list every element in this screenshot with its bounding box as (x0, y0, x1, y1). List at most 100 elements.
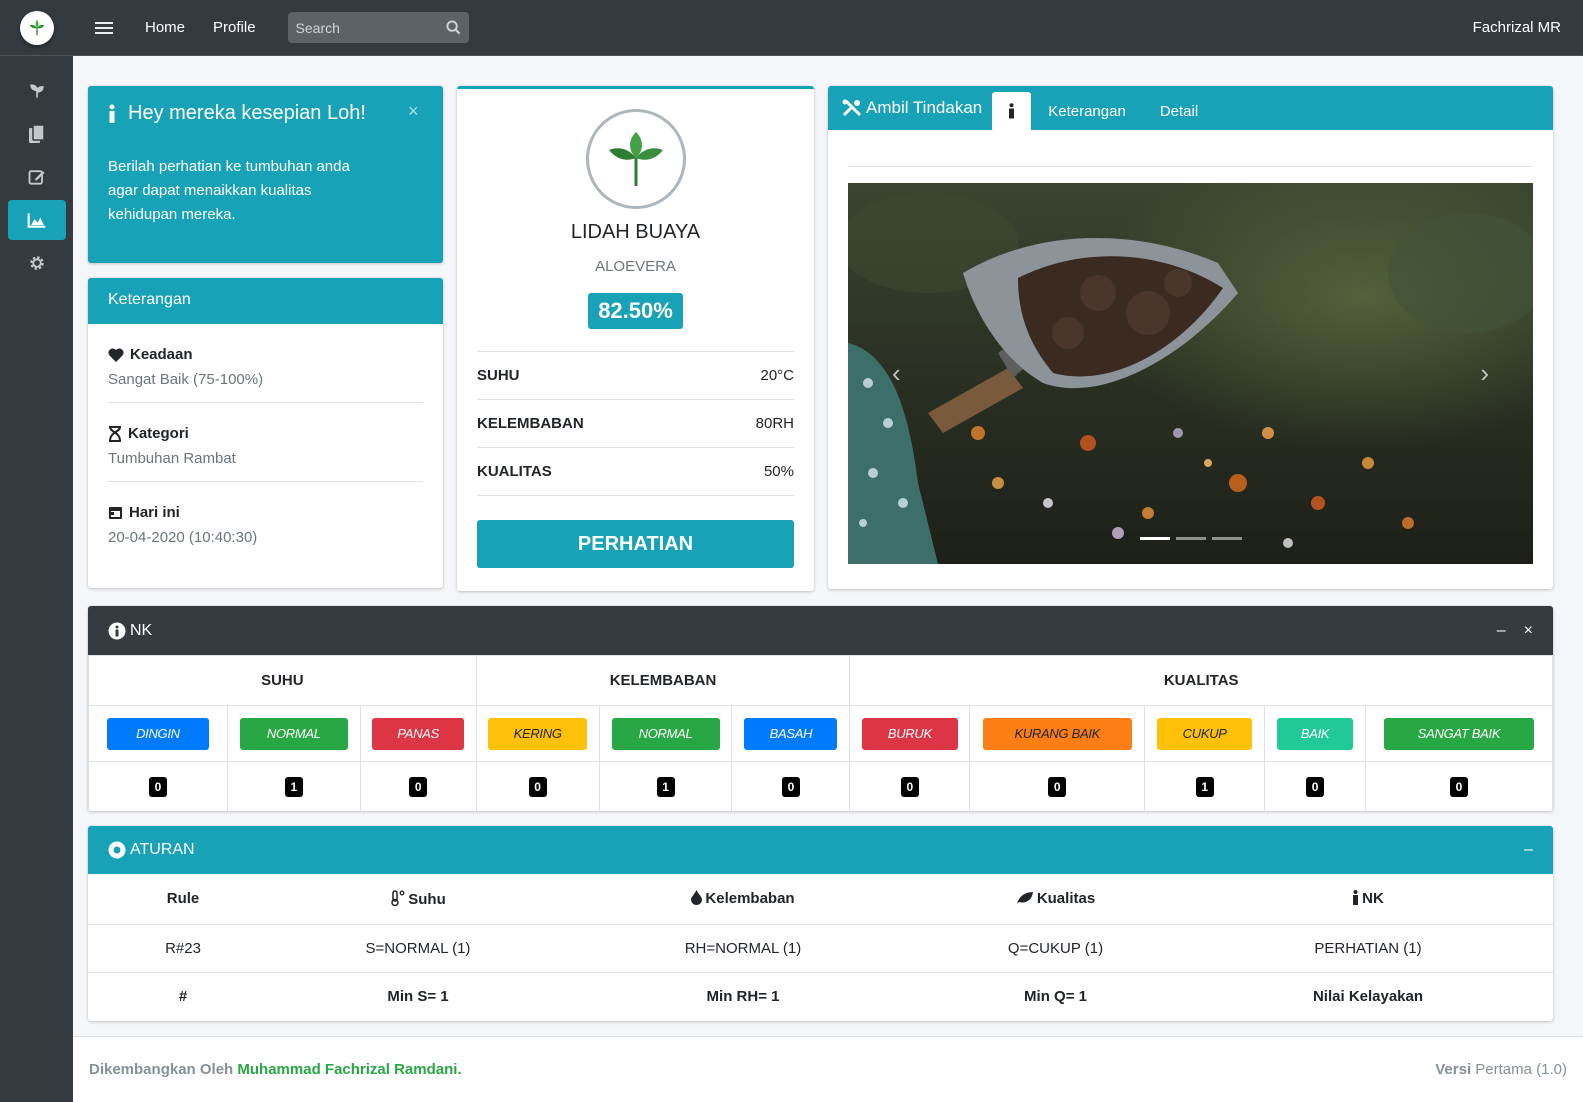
plant-profile-card: LIDAH BUAYA ALOEVERA 82.50% SUHU 20°C KEL… (457, 86, 814, 591)
version-label: Versi (1435, 1061, 1472, 1078)
carousel-indicator[interactable] (1140, 537, 1170, 540)
perhatian-button[interactable]: PERHATIAN (477, 520, 794, 568)
search-input[interactable] (295, 19, 436, 36)
plant-name: LIDAH BUAYA (570, 221, 701, 243)
aturan-card: ATURAN – Rule Suhu Kelembaban Kualitas N… (88, 826, 1553, 1021)
stat-row-kelembaban: KELEMBABAN 80RH (477, 400, 794, 448)
col-kelembaban-label: Kelembaban (705, 890, 795, 908)
stat-label: KELEMBABAN (477, 415, 584, 432)
rule-kelembaban: RH=NORMAL (1) (558, 923, 928, 972)
carousel-next-button[interactable]: › (1480, 358, 1489, 389)
search-icon[interactable] (446, 20, 461, 35)
col-suhu-label: Suhu (408, 890, 446, 908)
col-kualitas: Kualitas (928, 874, 1183, 924)
col-nk: NK (1183, 874, 1553, 924)
kategori-value: Tumbuhan Rambat (108, 450, 236, 467)
area-chart-icon (27, 213, 45, 228)
sidebar-item-chart[interactable] (7, 200, 66, 240)
keterangan-header: Keterangan (88, 278, 443, 324)
action-tab-card: Ambil Tindakan Keterangan Detail ‹ › (828, 86, 1553, 589)
count-badge: 1 (656, 776, 675, 797)
nk-card: NK – × SUHU KELEMBABAN KUALITAS DINGIN N… (88, 606, 1553, 811)
rule-nk: PERHATIAN (1) (1183, 923, 1553, 972)
footer-author-link[interactable]: Muhammad Fachrizal Ramdani. (237, 1061, 461, 1078)
summary-hash: # (88, 971, 278, 1020)
tab-card-title-text: Ambil Tindakan (866, 98, 983, 117)
nk-header: NK – × (88, 606, 1553, 655)
info-icon (1353, 890, 1359, 906)
tab-keterangan[interactable]: Keterangan (1031, 92, 1143, 130)
alert-body: Berilah perhatian ke tumbuhan anda agar … (108, 158, 350, 223)
group-header-kelembaban: KELEMBABAN (475, 655, 851, 706)
tab-card-title: Ambil Tindakan (842, 86, 982, 130)
nk-table: SUHU KELEMBABAN KUALITAS DINGIN NORMAL P… (88, 655, 1553, 811)
rule-kualitas: Q=CUKUP (1) (928, 923, 1183, 972)
tools-icon (842, 99, 862, 117)
summary-suhu: Min S= 1 (278, 971, 558, 1020)
count-badge: 1 (284, 776, 303, 797)
alert-title-text: Hey mereka kesepian Loh! (128, 102, 366, 124)
footer-version: Versi Pertama (1.0) (1435, 1061, 1567, 1078)
keterangan-card: Keterangan Keadaan Sangat Baik (75-100%)… (88, 278, 443, 588)
count-badge: 0 (781, 776, 800, 797)
nav-profile-link[interactable]: Profile (213, 19, 256, 36)
count-badge: 0 (1306, 776, 1325, 797)
sidebar-item-documents[interactable] (8, 114, 66, 154)
stat-row-kualitas: KUALITAS 50% (477, 448, 794, 496)
plant-latin-name: ALOEVERA (595, 258, 676, 275)
alert-callout: Hey mereka kesepian Loh! Berilah perhati… (88, 86, 443, 263)
sidebar-item-settings[interactable] (8, 243, 66, 283)
sidebar-item-plants[interactable] (8, 71, 66, 111)
count-badge: 0 (528, 776, 547, 797)
footer: Dikembangkan Oleh Muhammad Fachrizal Ram… (73, 1036, 1583, 1102)
carousel-indicator[interactable] (1176, 537, 1206, 540)
stat-row-suhu: SUHU 20°C (477, 352, 794, 400)
label-panas: PANAS (372, 717, 465, 750)
stat-value: 20°C (760, 367, 794, 384)
plant-leaves-icon (608, 132, 663, 186)
stat-value: 80RH (755, 415, 794, 432)
minimize-button[interactable]: – (1497, 622, 1506, 640)
image-carousel[interactable]: ‹ › (848, 183, 1533, 564)
tab-detail[interactable]: Detail (1143, 92, 1215, 130)
summary-kualitas: Min Q= 1 (928, 971, 1183, 1020)
col-kualitas-label: Kualitas (1036, 890, 1096, 908)
close-button[interactable]: × (1524, 622, 1533, 640)
sidebar-item-edit[interactable] (8, 157, 66, 197)
copy-icon (28, 124, 45, 143)
label-normal: NORMAL (611, 717, 720, 750)
aturan-title: ATURAN (130, 841, 195, 858)
tab-header: Ambil Tindakan Keterangan Detail (828, 86, 1553, 130)
summary-nk: Nilai Kelayakan (1183, 971, 1553, 1020)
plant-percent-badge: 82.50% (588, 293, 683, 329)
garden-trowel-photo (848, 183, 1533, 564)
rule-suhu: S=NORMAL (1) (278, 923, 558, 972)
brand-logo-icon[interactable] (19, 10, 54, 45)
group-header-suhu: SUHU (88, 655, 477, 706)
label-buruk: BURUK (861, 717, 958, 750)
col-rule: Rule (166, 890, 200, 908)
kategori-label: Kategori (128, 425, 189, 442)
hourglass-icon (109, 425, 121, 442)
dot-circle-icon (108, 841, 126, 859)
carousel-indicator[interactable] (1212, 537, 1242, 540)
tab-info[interactable] (992, 92, 1032, 130)
sidebar (0, 0, 73, 1102)
tab-divider (848, 166, 1533, 167)
carousel-indicators (1140, 537, 1242, 540)
nav-home-link[interactable]: Home (145, 19, 185, 36)
keadaan-value: Sangat Baik (75-100%) (108, 371, 264, 388)
user-name-link[interactable]: Fachrizal MR (1473, 19, 1561, 36)
nk-label-row: DINGIN NORMAL PANAS KERING NORMAL BASAH … (88, 705, 1553, 762)
menu-toggle-icon[interactable] (95, 21, 113, 34)
carousel-prev-button[interactable]: ‹ (892, 358, 901, 389)
keterangan-keadaan: Keadaan Sangat Baik (75-100%) (108, 324, 423, 403)
nk-count-row: 0 1 0 0 1 0 0 0 1 0 0 (88, 761, 1553, 811)
group-header-kualitas: KUALITAS (849, 655, 1553, 706)
count-badge: 0 (148, 776, 167, 797)
count-badge: 0 (900, 776, 919, 797)
stat-value: 50% (763, 463, 794, 480)
minimize-button[interactable]: – (1524, 841, 1533, 859)
count-badge: 0 (1450, 776, 1468, 797)
heart-icon (108, 347, 124, 362)
